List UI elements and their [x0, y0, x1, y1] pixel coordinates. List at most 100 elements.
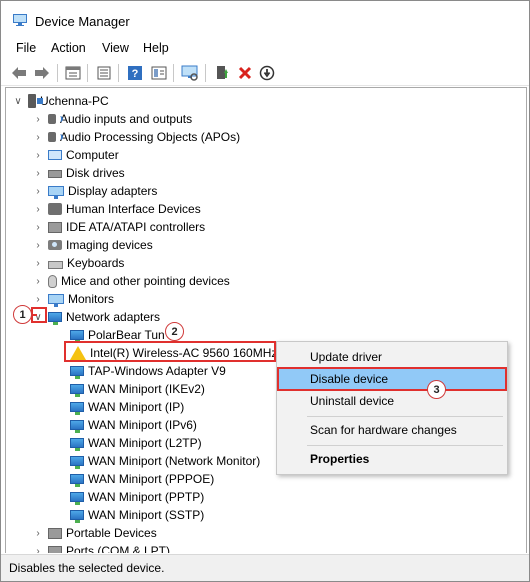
view-icon[interactable]	[149, 63, 169, 83]
tree-item-label: Ports (COM & LPT)	[66, 544, 171, 553]
chevron-right-icon[interactable]: ›	[32, 131, 44, 143]
device-manager-window: Device Manager File Action View Help ? ∨…	[0, 0, 530, 582]
tree-item-label: Display adapters	[68, 184, 158, 198]
tree-item-label: Mice and other pointing devices	[61, 274, 230, 288]
properties-icon[interactable]	[63, 63, 83, 83]
tree-item-label: Audio inputs and outputs	[60, 112, 193, 126]
toolbar-separator	[205, 64, 206, 82]
tree-item-mice[interactable]: › Mice and other pointing devices	[32, 272, 230, 290]
tree-root[interactable]: ∨ Uchenna-PC	[12, 92, 109, 110]
tree-item-wan-pptp[interactable]: WAN Miniport (PPTP)	[66, 488, 204, 506]
uninstall-icon[interactable]	[235, 63, 255, 83]
chevron-down-icon[interactable]: ∨	[12, 95, 24, 107]
monitor-icon	[48, 294, 64, 307]
back-arrow-icon[interactable]	[9, 63, 29, 83]
network-adapter-icon	[70, 510, 84, 523]
tree-item-wan-l2tp[interactable]: WAN Miniport (L2TP)	[66, 434, 202, 452]
tree-item-network-adapters[interactable]: ∨ Network adapters	[32, 308, 160, 326]
speaker-icon	[48, 132, 63, 142]
chevron-right-icon[interactable]: ›	[32, 239, 44, 251]
tree-item-label: Keyboards	[67, 256, 125, 270]
keyboard-icon	[48, 261, 63, 269]
tree-item-label: IDE ATA/ATAPI controllers	[66, 220, 206, 234]
menu-bar: File Action View Help	[1, 39, 529, 59]
tree-item-wan-ikev2[interactable]: WAN Miniport (IKEv2)	[66, 380, 205, 398]
tree-item-wan-ip[interactable]: WAN Miniport (IP)	[66, 398, 184, 416]
chevron-right-icon[interactable]: ›	[32, 527, 44, 539]
chevron-down-icon[interactable]: ∨	[32, 311, 44, 323]
ctx-disable-device[interactable]: Disable device	[277, 368, 507, 390]
tree-item-label: Disk drives	[66, 166, 125, 180]
port-icon	[48, 545, 62, 553]
ctx-uninstall-device[interactable]: Uninstall device	[277, 390, 507, 412]
device-manager-icon	[13, 14, 27, 26]
tree-item-imaging[interactable]: › Imaging devices	[32, 236, 152, 254]
ctx-scan-hardware[interactable]: Scan for hardware changes	[277, 419, 507, 441]
ctx-properties[interactable]: Properties	[277, 448, 507, 470]
chevron-right-icon[interactable]: ›	[32, 185, 44, 197]
title-bar: Device Manager	[1, 1, 529, 39]
tree-item-monitors[interactable]: › Monitors	[32, 290, 114, 308]
camera-icon	[48, 240, 62, 250]
tree-item-audio-processing[interactable]: › Audio Processing Objects (APOs)	[32, 128, 240, 146]
tree-item-hid[interactable]: › Human Interface Devices	[32, 200, 201, 218]
tree-item-label: WAN Miniport (Network Monitor)	[88, 454, 261, 468]
chevron-right-icon[interactable]: ›	[32, 257, 44, 269]
tree-item-wan-netmon[interactable]: WAN Miniport (Network Monitor)	[66, 452, 260, 470]
chevron-right-icon[interactable]: ›	[32, 113, 44, 125]
tree-item-wan-ipv6[interactable]: WAN Miniport (IPv6)	[66, 416, 197, 434]
ctx-update-driver[interactable]: Update driver	[277, 346, 507, 368]
context-menu: Update driver Disable device Uninstall d…	[276, 341, 508, 475]
tree-item-computer[interactable]: › Computer	[32, 146, 119, 164]
help-icon[interactable]: ?	[125, 63, 145, 83]
tree-item-label: WAN Miniport (IP)	[88, 400, 185, 414]
tree-item-label: WAN Miniport (IKEv2)	[88, 382, 205, 396]
tree-item-disk-drives[interactable]: › Disk drives	[32, 164, 125, 182]
chevron-right-icon[interactable]: ›	[32, 221, 44, 233]
hid-icon	[48, 203, 62, 215]
tree-item-label: Computer	[66, 148, 119, 162]
tree-item-polarbear[interactable]: PolarBear Tun	[66, 326, 165, 344]
tree-item-ports[interactable]: › Ports (COM & LPT)	[32, 542, 170, 553]
tree-item-audio-inputs[interactable]: › Audio inputs and outputs	[32, 110, 192, 128]
network-adapter-icon	[70, 438, 84, 451]
tree-item-portable-devices[interactable]: › Portable Devices	[32, 524, 156, 542]
menu-view[interactable]: View	[102, 41, 129, 55]
chevron-right-icon[interactable]: ›	[32, 167, 44, 179]
toolbar-separator	[87, 64, 88, 82]
ide-controller-icon	[48, 221, 62, 233]
chevron-right-icon[interactable]: ›	[32, 149, 44, 161]
menu-action[interactable]: Action	[51, 41, 86, 55]
tree-item-ide[interactable]: › IDE ATA/ATAPI controllers	[32, 218, 205, 236]
tree-item-keyboards[interactable]: › Keyboards	[32, 254, 124, 272]
network-adapter-icon	[70, 366, 84, 379]
chevron-right-icon[interactable]: ›	[32, 545, 44, 554]
update-driver-icon[interactable]	[212, 63, 232, 83]
scan-monitor-icon[interactable]	[180, 63, 200, 83]
tree-item-label: Human Interface Devices	[66, 202, 201, 216]
computer-icon	[48, 150, 62, 160]
ctx-separator	[307, 445, 503, 446]
tree-item-label: WAN Miniport (IPv6)	[88, 418, 197, 432]
menu-help[interactable]: Help	[143, 41, 169, 55]
toolbar: ?	[1, 60, 529, 86]
tree-item-intel-wireless[interactable]: Intel(R) Wireless-AC 9560 160MHz	[66, 344, 277, 362]
network-adapter-icon	[48, 312, 62, 325]
menu-file[interactable]: File	[16, 41, 36, 55]
tree-item-wan-sstp[interactable]: WAN Miniport (SSTP)	[66, 506, 204, 524]
tree-item-label: Network adapters	[66, 310, 161, 324]
computer-tower-icon	[28, 94, 43, 108]
chevron-right-icon[interactable]: ›	[32, 293, 44, 305]
disable-icon[interactable]	[257, 63, 277, 83]
tree-item-label: Intel(R) Wireless-AC 9560 160MHz	[90, 346, 278, 360]
show-hidden-icon[interactable]	[94, 63, 114, 83]
chevron-right-icon[interactable]: ›	[32, 203, 44, 215]
tree-item-label: WAN Miniport (SSTP)	[88, 508, 205, 522]
tree-item-wan-pppoe[interactable]: WAN Miniport (PPPOE)	[66, 470, 214, 488]
tree-item-tap-windows[interactable]: TAP-Windows Adapter V9	[66, 362, 226, 380]
tree-item-display-adapters[interactable]: › Display adapters	[32, 182, 157, 200]
tree-item-label: Monitors	[68, 292, 115, 306]
svg-text:?: ?	[132, 68, 139, 80]
chevron-right-icon[interactable]: ›	[32, 275, 44, 287]
forward-arrow-icon[interactable]	[32, 63, 52, 83]
